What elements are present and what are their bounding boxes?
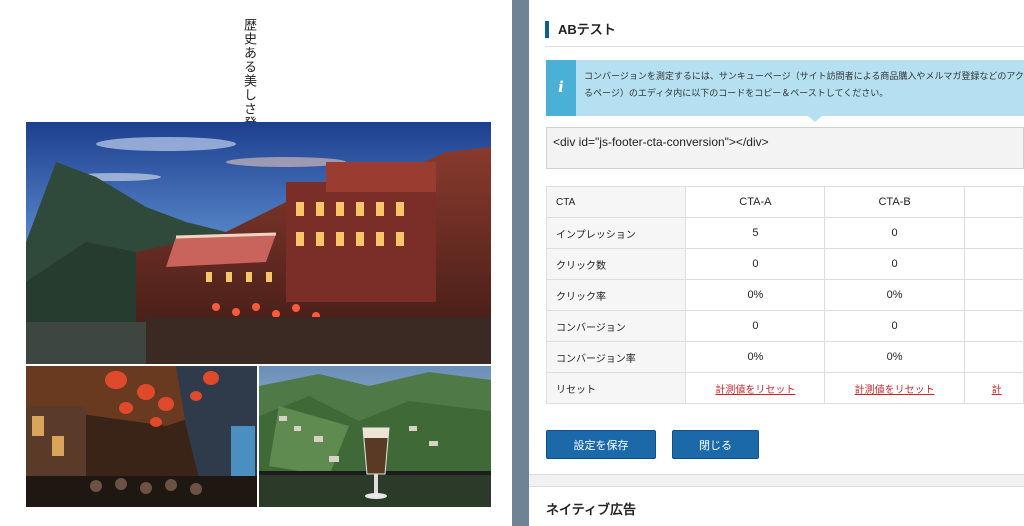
cta-b-reset-cell: 計測値をリセット xyxy=(824,372,965,404)
main-photo xyxy=(26,122,491,364)
conversion-code-field[interactable]: <div id="js-footer-cta-conversion"></div… xyxy=(546,127,1024,169)
valley-drink-photo xyxy=(259,366,491,507)
info-notice: i コンバージョンを測定するには、サンキューページ（サイト訪問者による商品購入や… xyxy=(546,60,1024,116)
row-label: コンバージョン xyxy=(545,310,687,342)
cta-b-value: 0 xyxy=(824,310,965,342)
header-cta-b: CTA-B xyxy=(824,186,965,218)
cta-a-value: 0% xyxy=(685,279,826,311)
cta-c-reset-cell: 計 xyxy=(963,372,1024,404)
ab-test-heading: ABテスト xyxy=(545,21,616,38)
conversion-code[interactable]: <div id="js-footer-cta-conversion"></div… xyxy=(553,135,769,149)
table-header-row: CTA CTA-A CTA-B xyxy=(545,186,1024,218)
cta-a-reset-cell: 計測値をリセット xyxy=(685,372,826,404)
cta-c-partial xyxy=(963,279,1024,311)
info-icon: i xyxy=(558,78,564,96)
cta-b-value: 0 xyxy=(824,248,965,280)
info-pointer xyxy=(808,116,822,122)
cta-b-value: 0% xyxy=(824,341,965,373)
row-label: コンバージョン率 xyxy=(545,341,687,373)
cta-c-partial xyxy=(963,248,1024,280)
cta-a-value: 5 xyxy=(685,217,826,249)
reset-cta-b-link[interactable]: 計測値をリセット xyxy=(855,385,935,396)
cta-b-value: 0 xyxy=(824,217,965,249)
table-row: クリック率 0% 0% xyxy=(545,279,1024,311)
header-cta-a: CTA-A xyxy=(685,186,826,218)
info-line-2: るページ）のエディタ内に以下のコードをコピー＆ペーストしてください。 xyxy=(584,89,889,99)
cta-a-value: 0% xyxy=(685,341,826,373)
row-label: クリック率 xyxy=(545,279,687,311)
cta-b-value: 0% xyxy=(824,279,965,311)
native-ad-heading: ネイティブ広告 xyxy=(546,502,636,517)
row-label: リセット xyxy=(545,372,687,404)
reset-cta-a-link[interactable]: 計測値をリセット xyxy=(715,385,795,396)
cta-a-value: 0 xyxy=(685,248,826,280)
table-row: クリック数 0 0 xyxy=(545,248,1024,280)
table-row-reset: リセット 計測値をリセット 計測値をリセット 計 xyxy=(545,372,1024,404)
info-icon-column: i xyxy=(546,60,576,116)
heading-divider xyxy=(545,46,1024,47)
cta-c-partial xyxy=(963,341,1024,373)
info-line-1: コンバージョンを測定するには、サンキューページ（サイト訪問者による商品購入やメル… xyxy=(584,72,1024,82)
table-row: コンバージョン 0 0 xyxy=(545,310,1024,342)
cta-c-partial xyxy=(963,217,1024,249)
ab-test-box: ABテスト i コンバージョンを測定するには、サンキューページ（サイト訪問者によ… xyxy=(529,0,1024,475)
table-row: コンバージョン率 0% 0% xyxy=(545,341,1024,373)
cta-c-partial xyxy=(963,310,1024,342)
row-label: クリック数 xyxy=(545,248,687,280)
row-label: インプレッション xyxy=(545,217,687,249)
ab-stats-table: CTA CTA-A CTA-B インプレッション 5 0 クリック数 0 0 ク… xyxy=(545,186,1024,404)
save-settings-button[interactable]: 設定を保存 xyxy=(546,430,656,459)
header-cta-c-partial xyxy=(963,186,1024,218)
page-preview: 歴史ある美しさ発見 xyxy=(0,0,512,526)
table-row: インプレッション 5 0 xyxy=(545,217,1024,249)
settings-panel: ABテスト i コンバージョンを測定するには、サンキューページ（サイト訪問者によ… xyxy=(529,0,1024,526)
pane-divider[interactable] xyxy=(512,0,529,526)
reset-cta-c-link[interactable]: 計 xyxy=(992,385,1002,396)
lantern-street-photo xyxy=(26,366,257,507)
header-cta: CTA xyxy=(545,186,687,218)
native-ad-box: ネイティブ広告 xyxy=(529,486,1024,526)
close-button[interactable]: 閉じる xyxy=(672,430,759,459)
info-text: コンバージョンを測定するには、サンキューページ（サイト訪問者による商品購入やメル… xyxy=(584,69,1024,103)
cta-a-value: 0 xyxy=(685,310,826,342)
